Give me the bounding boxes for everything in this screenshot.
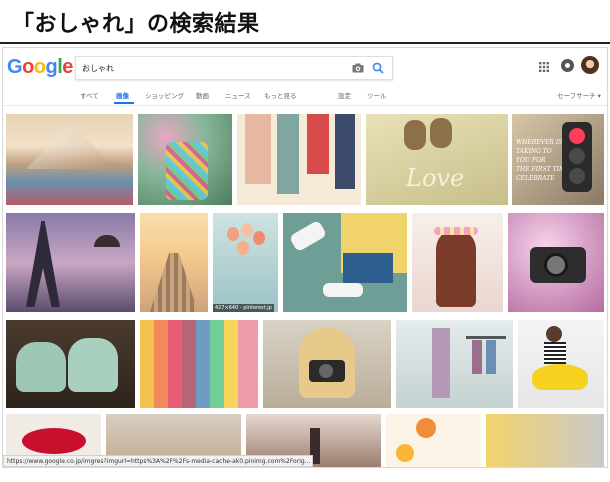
image-result-flower-crown[interactable] [412,213,503,312]
search-input[interactable] [82,60,332,76]
image-result-pastels[interactable] [140,320,258,408]
apps-grid-icon[interactable] [539,62,549,72]
image-result-traffic-light[interactable]: WHEREVER IS TAKING TO YOU FOR THE FIRST … [512,114,604,205]
logo-letter: o [33,56,46,78]
tab-tools[interactable]: ツール [367,90,387,100]
logo-letter: G [7,56,23,78]
tab-images[interactable]: 画像 [116,90,129,100]
search-icon[interactable] [372,62,384,74]
image-result-citrus[interactable] [386,414,481,467]
logo-letter: e [62,56,73,78]
tabs-divider [3,105,607,106]
image-result-canvas-shoes[interactable] [6,320,135,408]
tab-all[interactable]: すべて [80,90,99,100]
google-logo[interactable]: Google [7,56,73,79]
image-result-sneakers-illustration[interactable] [283,213,407,312]
avatar[interactable] [581,56,599,74]
browser-screenshot: Google すべて 画像 ショッピング 動画 ニュース もっと見る 設定 ツー… [2,47,608,468]
safesearch-toggle[interactable]: セーフサーチ ▾ [557,90,601,100]
image-result-fashion[interactable] [486,414,604,467]
search-box [75,56,393,80]
logo-letter: g [45,56,58,78]
tab-news[interactable]: ニュース [225,90,251,100]
image-result-illustration-legs[interactable] [237,114,361,205]
status-bar-url: https://www.google.co.jp/imgres?imgurl=h… [3,455,313,467]
image-result-eiffel-tower[interactable] [6,213,135,312]
image-result-pier[interactable] [140,213,208,312]
image-result-photographer[interactable] [263,320,391,408]
tab-settings[interactable]: 設定 [338,90,351,100]
image-result-tent[interactable] [6,114,133,205]
tab-shopping[interactable]: ショッピング [145,90,184,100]
image-result-candy-jar[interactable] [138,114,232,205]
logo-letter: o [22,56,34,78]
active-tab-indicator [114,102,134,104]
tab-videos[interactable]: 動画 [196,90,209,100]
camera-icon[interactable] [352,63,364,73]
image-result-shoes-love[interactable]: Love [366,114,508,205]
image-result-wardrobe[interactable] [396,320,513,408]
image-result-camera[interactable] [508,213,604,312]
notifications-icon[interactable] [561,59,574,72]
slide-title: 「おしゃれ」の検索結果 [12,12,260,37]
title-divider [0,42,610,44]
search-tabs: すべて 画像 ショッピング 動画 ニュース もっと見る 設定 ツール セーフサー… [3,88,607,104]
image-caption: 427×640 - pinterest.jp [213,304,274,312]
image-result-yellow-skirt[interactable] [518,320,604,408]
tab-more[interactable]: もっと見る [264,90,297,100]
image-result-balloons[interactable]: 427×640 - pinterest.jp [213,213,278,312]
